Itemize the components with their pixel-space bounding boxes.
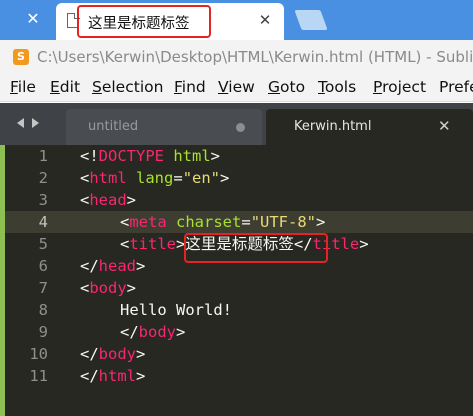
sublime-text-icon (13, 49, 29, 65)
browser-tab-strip: ✕ 这里是标题标签 ✕ (0, 0, 473, 40)
editor-tab-bar: untitled Kerwin.html ✕ (0, 103, 473, 145)
menu-mnemonic: P (373, 78, 383, 96)
code-line: 11 </html> (5, 365, 473, 387)
line-number: 7 (38, 279, 48, 297)
menu-file[interactable]: File (10, 78, 36, 96)
menu-project[interactable]: Project (373, 78, 426, 96)
menu-label: ools (324, 78, 357, 96)
menu-edit[interactable]: Edit (50, 78, 80, 96)
code-line: 7 <body> (5, 277, 473, 299)
menu-mnemonic: F (174, 78, 182, 96)
code-text: Hello World! (120, 301, 232, 319)
editor-tab-label: untitled (88, 119, 139, 134)
code-text: </head> (80, 257, 146, 275)
menu-label: election (101, 78, 164, 96)
menu-mnemonic: T (318, 78, 325, 96)
window-title: C:\Users\Kerwin\Desktop\HTML\Kerwin.html… (37, 48, 473, 66)
tab-title-highlight-box (77, 5, 211, 38)
menu-label: roject (382, 78, 427, 96)
line-number: 4 (38, 213, 48, 231)
browser-tab[interactable]: 这里是标题标签 ✕ (56, 3, 284, 40)
chevron-right-icon[interactable] (32, 118, 39, 128)
menu-bar: File Edit Selection Find View Goto Tools… (0, 74, 473, 102)
line-number: 10 (29, 345, 48, 363)
menu-mnemonic: E (50, 78, 60, 96)
tab-close-icon[interactable]: ✕ (256, 11, 274, 29)
unsaved-dot-icon[interactable] (236, 123, 245, 132)
line-number: 11 (29, 367, 48, 385)
close-icon[interactable]: ✕ (438, 118, 451, 134)
code-line-current: 4 <meta charset="UTF-8"> (5, 211, 473, 233)
code-text: </html> (80, 367, 146, 385)
code-line: 8 Hello World! (5, 299, 473, 321)
line-number: 8 (38, 301, 48, 319)
chevron-left-icon[interactable] (17, 118, 24, 128)
code-text: <body> (80, 279, 137, 297)
editor-tab-untitled[interactable]: untitled (66, 109, 262, 145)
code-line: 2 <html lang="en"> (5, 167, 473, 189)
code-line: 1 <!DOCTYPE html> (5, 145, 473, 167)
line-number: 5 (38, 235, 48, 253)
code-line: 9 </body> (5, 321, 473, 343)
line-number: 2 (38, 169, 48, 187)
code-text: </body> (120, 323, 186, 341)
menu-label: Prefe (439, 78, 473, 96)
code-text: </body> (80, 345, 146, 363)
new-tab-button[interactable] (294, 10, 328, 30)
line-number: 3 (38, 191, 48, 209)
tab-nav-arrows[interactable] (17, 115, 51, 131)
menu-preferences[interactable]: Prefe (439, 78, 473, 96)
code-text: <head> (80, 191, 137, 209)
menu-mnemonic: F (10, 78, 18, 96)
code-text: <!DOCTYPE html> (80, 147, 221, 165)
menu-label: ile (17, 78, 36, 96)
prev-tab-close-icon[interactable]: ✕ (24, 10, 42, 28)
menu-selection[interactable]: Selection (92, 78, 163, 96)
menu-label: dit (59, 78, 81, 96)
menu-label: iew (228, 78, 255, 96)
code-text: <meta charset="UTF-8"> (120, 213, 326, 231)
menu-label: oto (280, 78, 306, 96)
code-line: 3 <head> (5, 189, 473, 211)
menu-goto[interactable]: Goto (268, 78, 305, 96)
menu-find[interactable]: Find (174, 78, 206, 96)
menu-mnemonic: S (92, 78, 102, 96)
menu-tools[interactable]: Tools (318, 78, 356, 96)
line-number: 9 (38, 323, 48, 341)
window-titlebar: C:\Users\Kerwin\Desktop\HTML\Kerwin.html… (0, 40, 473, 74)
menu-mnemonic: G (268, 78, 281, 96)
line-number: 1 (38, 147, 48, 165)
code-editor[interactable]: 1 <!DOCTYPE html> 2 <html lang="en"> 3 <… (0, 145, 473, 416)
code-text: <html lang="en"> (80, 169, 230, 187)
code-line: 10 </body> (5, 343, 473, 365)
editor-tab-label: Kerwin.html (294, 119, 372, 134)
editor-tab-kerwin[interactable]: Kerwin.html ✕ (266, 109, 473, 145)
line-number: 6 (38, 257, 48, 275)
menu-label: ind (181, 78, 206, 96)
menu-view[interactable]: View (218, 78, 255, 96)
code-title-highlight-box (184, 233, 328, 263)
menu-mnemonic: V (218, 78, 229, 96)
